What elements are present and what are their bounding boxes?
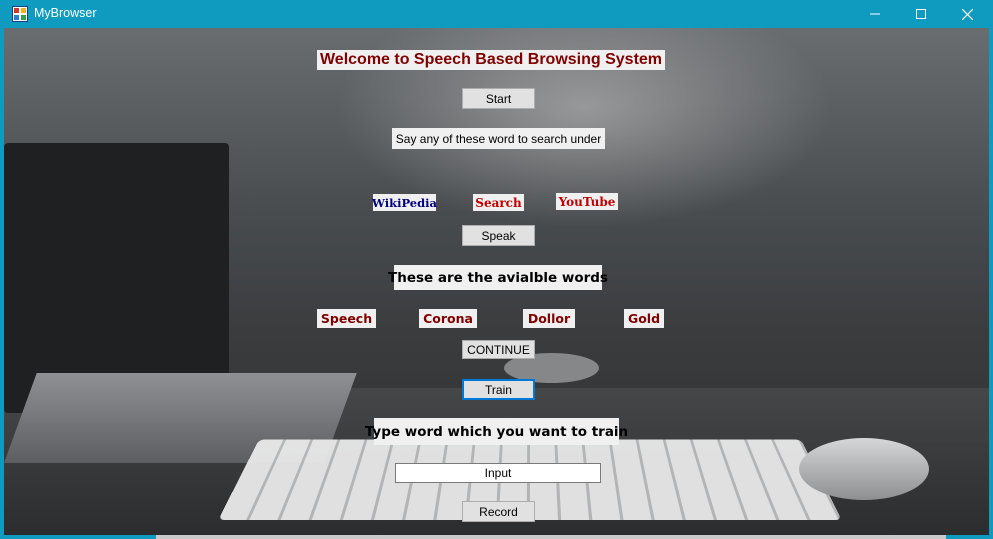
close-button[interactable] [944,0,990,28]
bottom-edge-bar [156,535,946,539]
available-words-label: These are the avialble words [388,265,608,290]
minimize-button[interactable] [852,0,898,28]
minimize-icon [870,13,880,15]
background-mouse [799,438,929,500]
word-corona: Corona [419,309,477,328]
app-window-icon [12,6,28,22]
word-gold: Gold [624,309,664,328]
speak-button[interactable]: Speak [462,225,535,246]
form-client-area: Welcome to Speech Based Browsing System … [4,28,989,535]
window-title: MyBrowser [34,6,97,20]
maximize-button[interactable] [898,0,944,28]
close-icon [961,8,973,20]
train-word-input[interactable] [395,463,601,483]
youtube-label: YouTube [556,193,618,210]
record-button[interactable]: Record [462,501,535,522]
train-button[interactable]: Train [462,379,535,400]
maximize-icon [916,9,926,19]
word-dollor: Dollor [523,309,575,328]
wikipedia-label: WikiPedia [372,194,437,211]
train-word-label: Type word which you want to train [365,418,628,445]
word-speech: Speech [317,309,376,328]
welcome-heading: Welcome to Speech Based Browsing System [317,50,665,70]
continue-button[interactable]: CONTINUE [462,340,535,359]
say-words-label: Say any of these word to search under [392,128,605,149]
search-label: Search [473,194,524,211]
title-bar: MyBrowser [0,0,993,28]
start-button[interactable]: Start [462,88,535,109]
